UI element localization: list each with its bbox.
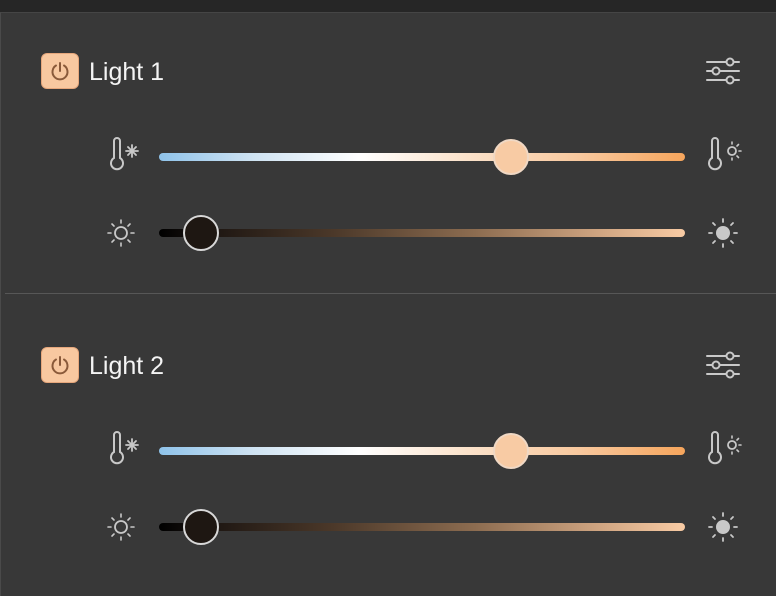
power-button[interactable]	[41, 53, 79, 89]
thermometer-snowflake-icon	[105, 137, 141, 173]
thermometer-snowflake-icon	[105, 431, 141, 467]
sun-dim-icon	[103, 215, 139, 251]
brightness-slider-track[interactable]	[159, 523, 685, 531]
light-card-2: Light 2	[1, 307, 776, 545]
temperature-slider-thumb[interactable]	[493, 139, 530, 175]
thermometer-sun-icon	[707, 137, 743, 173]
sun-dim-icon	[103, 509, 139, 545]
section-divider	[5, 293, 776, 294]
power-icon	[51, 62, 69, 81]
temperature-slider-track[interactable]	[159, 153, 685, 161]
temperature-slider-thumb[interactable]	[493, 433, 530, 469]
sliders-settings-icon	[706, 351, 740, 379]
power-button[interactable]	[41, 347, 79, 383]
sun-bright-icon	[705, 215, 741, 251]
light-name: Light 1	[89, 58, 165, 86]
lights-panel: Light 1 Light 2	[0, 12, 776, 596]
brightness-slider-thumb[interactable]	[183, 509, 220, 545]
light-settings-button[interactable]	[703, 349, 743, 381]
sliders-settings-icon	[706, 57, 740, 85]
light-settings-button[interactable]	[703, 55, 743, 87]
thermometer-sun-icon	[707, 431, 743, 467]
window-top-strip	[0, 0, 776, 12]
temperature-slider-track[interactable]	[159, 447, 685, 455]
power-icon	[51, 356, 69, 375]
brightness-slider-track[interactable]	[159, 229, 685, 237]
light-card-1: Light 1	[1, 13, 776, 251]
brightness-slider-thumb[interactable]	[183, 215, 220, 251]
light-name: Light 2	[89, 352, 165, 380]
sun-bright-icon	[705, 509, 741, 545]
